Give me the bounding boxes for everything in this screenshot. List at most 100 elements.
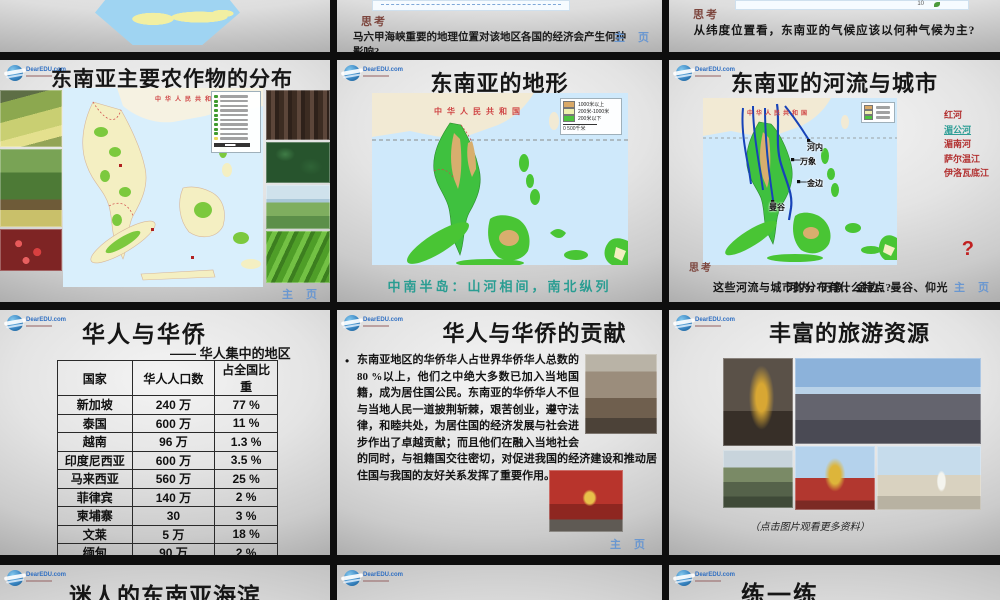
logo-brand-text: DearEDU.com [695,572,735,582]
logo-globe-icon [676,65,692,81]
logo-brand-text: DearEDU.com [26,317,66,327]
home-link[interactable]: 主 页 [614,29,654,45]
rubber-tapping-photo [266,90,330,140]
logo-globe-icon [676,570,692,586]
page-number: 10 [917,1,924,7]
table-cell: 18 % [214,524,278,544]
table-row: 菲律宾 140 万2 % [57,487,278,507]
table-cell: 5 万 [131,524,216,544]
table-row: 文莱 5 万 18 % [57,524,278,544]
logo-globe-icon [344,65,360,81]
table-row: 泰国 600 万 11 % [57,413,278,433]
overlapping-cities-text: 河内、万象、金边、曼谷、仰光 [787,282,948,294]
angkor-wat-photo[interactable] [723,450,793,508]
slide-thumbnail-strait-question[interactable]: 思考 马六甲海峡重要的地理位置对该地区各国的经济会产生何种影响? 主 页 [337,0,662,52]
slide-terrain[interactable]: 东南亚的地形 中华人民共和国 1000米以上 200米-1000米 200米以下… [337,60,662,302]
home-link[interactable]: 主 页 [282,286,322,302]
table-cell: 3 % [214,506,278,526]
legend-label: 200米以下 [578,116,602,122]
question-text: 马六甲海峡重要的地理位置对该地区各国的经济会产生何种影响? [353,32,626,52]
table-cell: 600 万 [131,450,216,470]
legend-swatch [864,114,873,121]
table-row: 缅甸 90 万2 % [57,543,278,555]
stilt-house-photo [0,149,62,227]
table-cell: 77 % [214,395,278,415]
slide-thumbnail-strait-map[interactable] [0,0,330,52]
legend-row: 200米以下 [563,115,619,122]
slide-beaches[interactable]: 迷人的东南亚海滨 DearEDU.com [0,565,330,600]
home-link[interactable]: 主 页 [610,536,650,552]
rambutan-fruit-photo [0,229,62,271]
photo-caption: （点击图片观看更多资料） [749,522,870,533]
river-link[interactable]: 伊洛瓦底江 [944,166,996,181]
logo-globe-icon [676,315,692,331]
city-label: 万象 [800,157,816,166]
legend-row [864,114,892,121]
crops-map: 中华人民共和国 [63,88,263,287]
legend-label: 200米-1000米 [578,109,610,115]
slide-tourism-resources[interactable]: 丰富的旅游资源 （点击图片观看更多资料） DearEDU.com [669,310,1000,555]
legend-swatch [563,115,575,122]
logo-brand-text: DearEDU.com [695,317,735,327]
slide-overseas-chinese[interactable]: 华人与华侨 —— 华人集中的地区 国家 华人人口数 占全国比重 新加坡 240 万 77… [0,310,330,555]
slide-chinese-contributions[interactable]: 华人与华侨的贡献 • 东南亚地区的华侨华人占世界华侨华人总数的 80 %以上，他… [337,310,662,555]
table-cell: 240 万 [131,395,216,415]
table-cell: 2 % [214,487,278,507]
slide-practice[interactable]: 练一练 DearEDU.com [669,565,1000,600]
china-map-label: 中华人民共和国 [434,107,525,116]
site-logo: DearEDU.com [7,315,66,331]
site-logo: DearEDU.com [7,65,66,81]
think-label: 思考 [361,16,387,28]
table-cell: 25 % [214,469,278,489]
table-row: 柬埔寨 30 3 % [57,506,278,526]
site-logo: DearEDU.com [344,65,403,81]
slide-crops-distribution[interactable]: 东南亚主要农作物的分布 中华人民共和国 主 页 DearEDU.com [0,60,330,302]
table-row: 越南 96 万 1.3 % [57,432,278,452]
malacca-strait-map-image [95,0,240,45]
merlion-fountain-photo[interactable] [877,446,981,510]
river-link[interactable]: 湄南河 [944,137,996,152]
river-link[interactable]: 萨尔温江 [944,152,996,167]
site-logo: DearEDU.com [344,570,403,586]
borobudur-temple-photo[interactable] [795,358,981,444]
thai-dancer-photo[interactable] [723,358,793,446]
table-cell: 600 万 [131,413,216,433]
table-cell: 缅甸 [57,543,133,555]
legend-label: 1000米以上 [578,102,605,108]
table-cell: 90 万 [131,543,216,555]
river-city-map: 中华人民共和国 河内 万象 金边 曼谷 [703,98,897,265]
table-row: 印度尼西亚 600 万 3.5 % [57,450,278,470]
elevation-legend: 1000米以上 200米-1000米 200米以下 0 500千米 [560,98,622,135]
table-header-row: 国家 华人人口数 占全国比重 [57,360,278,396]
legend-row: 1000米以上 [563,101,619,108]
terrain-caption: 中南半岛：山河相间，南北纵列 [387,279,612,294]
plant-icon [934,2,940,7]
slide-thumbnail-climate-question[interactable]: 10 思考 从纬度位置看，东南亚的气候应该以何种气候为主? [669,0,1000,52]
map-scale: 0 500千米 [563,124,597,132]
slide-rivers-cities[interactable]: 东南亚的河流与城市 中华人民共和国 河内 万象 金边 曼谷 红河 湄公河 湄南河… [669,60,1000,302]
shwedagon-pagoda-photo[interactable] [795,446,875,510]
diagram-fragment [372,0,570,11]
slide-blank-next[interactable]: DearEDU.com [337,565,662,600]
table-cell: 96 万 [131,432,216,452]
river-link[interactable]: 红河 [944,108,996,123]
logo-globe-icon [7,570,23,586]
river-link[interactable]: 湄公河 [944,123,996,138]
terrain-map: 中华人民共和国 1000米以上 200米-1000米 200米以下 0 500千米 [372,93,628,265]
table-cell: 泰国 [57,413,133,433]
table-cell: 新加坡 [57,395,133,415]
table-header-cell: 华人人口数 [131,360,216,396]
home-link[interactable]: 主 页 [954,279,994,295]
slide-title: 练一练 [741,582,819,600]
city-label: 河内 [807,143,823,152]
site-logo: DearEDU.com [676,65,735,81]
table-header-cell: 占全国比重 [214,360,278,396]
legend-swatch [563,101,575,108]
crop-legend-row [214,136,258,141]
city-label: 曼谷 [769,203,785,212]
shophouse-street-photo [585,354,657,434]
logo-globe-icon [7,315,23,331]
think-label: 思考 [689,263,713,274]
table-cell: 菲律宾 [57,487,133,507]
table-cell: 柬埔寨 [57,506,133,526]
